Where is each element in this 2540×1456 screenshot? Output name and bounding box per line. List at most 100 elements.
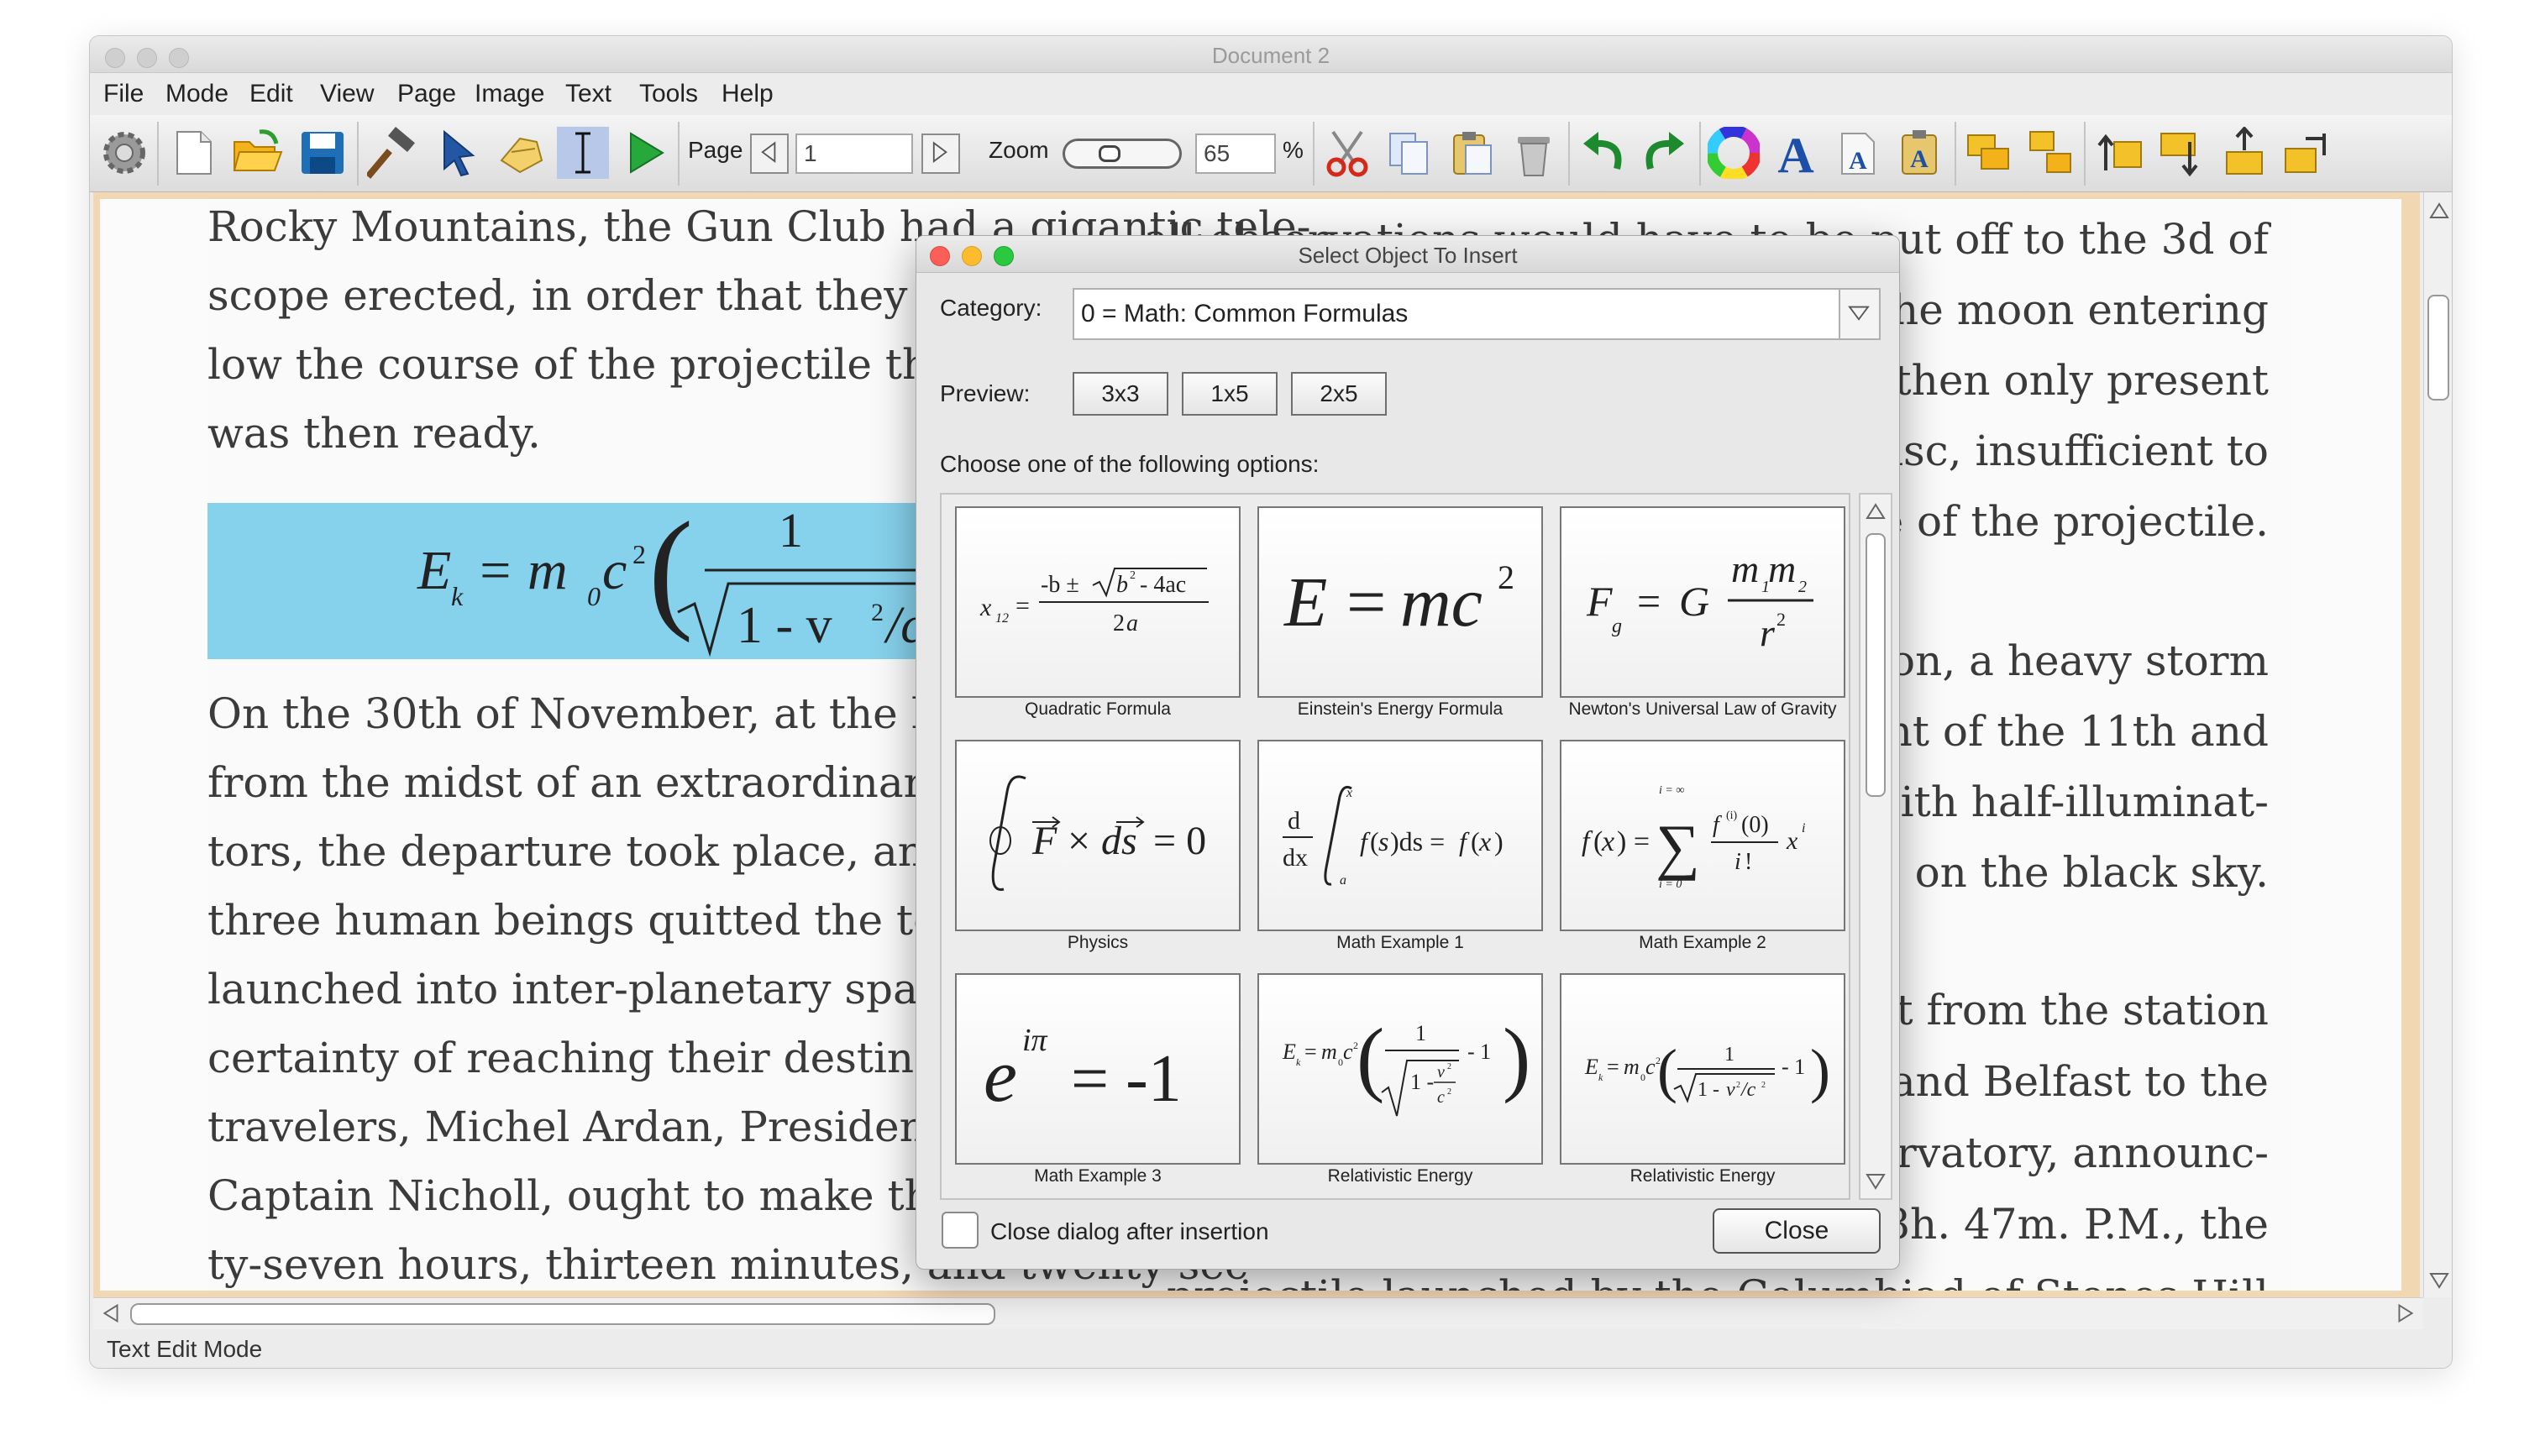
preview-2x5-button[interactable]: 2x5 bbox=[1291, 372, 1387, 416]
chevron-down-icon bbox=[1848, 306, 1870, 321]
font-icon[interactable]: A bbox=[1770, 127, 1822, 183]
category-dropdown-button[interactable] bbox=[1839, 290, 1879, 338]
open-folder-icon[interactable] bbox=[231, 127, 283, 179]
svg-text:s: s bbox=[1378, 826, 1388, 856]
option-thumbnail[interactable]: Ek = m 0 c2 ( 1 1 - v2 c2 - 1 ) bbox=[1257, 973, 1543, 1165]
scissors-icon[interactable] bbox=[1321, 127, 1373, 179]
option-thumbnail[interactable]: E = mc 2 bbox=[1257, 506, 1543, 698]
option-caption: Einstein's Energy Formula bbox=[1297, 699, 1504, 719]
text-paste-icon[interactable]: A bbox=[1894, 127, 1946, 179]
horizontal-scrollbar[interactable] bbox=[93, 1297, 2423, 1329]
option-math-example-2[interactable]: f(x) = i = ∞ ∑ i = 0 f (i) (0) i! xi Math … bbox=[1560, 740, 1845, 965]
category-label: Category: bbox=[940, 295, 1042, 321]
color-wheel-icon[interactable] bbox=[1706, 125, 1761, 181]
redo-icon[interactable] bbox=[1639, 127, 1691, 179]
gear-icon[interactable] bbox=[98, 127, 150, 179]
option-quadratic-formula[interactable]: x 12 = -b ± b2 - 4ac 2a Quadratic Formula bbox=[955, 506, 1241, 731]
svg-text:x: x bbox=[1346, 786, 1352, 800]
menu-view[interactable]: View bbox=[320, 80, 374, 108]
options-scroll-thumb[interactable] bbox=[1866, 533, 1886, 797]
play-icon[interactable] bbox=[619, 127, 671, 179]
send-to-back-icon[interactable] bbox=[2280, 127, 2333, 179]
option-math-example-1[interactable]: d dx x a f(s)ds = f(x) Math Example 1 bbox=[1257, 740, 1543, 965]
option-relativistic-energy-2[interactable]: Ek = m 0 c2 ( 1 1 -v2 /c 2 - 1 ) Relativist… bbox=[1560, 973, 1845, 1198]
svg-text:-b ±: -b ± bbox=[1041, 572, 1079, 598]
trash-icon[interactable] bbox=[1508, 127, 1560, 179]
options-scrollbar[interactable] bbox=[1859, 493, 1892, 1200]
preview-1x5-button[interactable]: 1x5 bbox=[1182, 372, 1278, 416]
send-backward-icon[interactable] bbox=[2156, 127, 2208, 179]
svg-text:ds: ds bbox=[1101, 819, 1137, 863]
option-thumbnail[interactable]: Ek = m 0 c2 ( 1 1 -v2 /c 2 - 1 ) bbox=[1560, 973, 1845, 1165]
menu-mode[interactable]: Mode bbox=[165, 80, 228, 108]
save-icon[interactable] bbox=[297, 127, 349, 179]
svg-text:g: g bbox=[1612, 615, 1622, 637]
svg-text:m: m bbox=[1768, 547, 1796, 590]
svg-text:/c: /c bbox=[1740, 1079, 1756, 1101]
menu-file[interactable]: File bbox=[103, 80, 144, 108]
option-thumbnail[interactable]: F × ds = 0 bbox=[955, 740, 1241, 931]
scroll-right-arrow-icon[interactable] bbox=[2391, 1299, 2420, 1328]
page-prev-button[interactable] bbox=[750, 134, 789, 174]
new-document-icon[interactable] bbox=[167, 127, 219, 179]
scroll-down-arrow-icon[interactable] bbox=[2424, 1265, 2453, 1296]
page-next-button[interactable] bbox=[921, 134, 960, 174]
page-label: Page bbox=[688, 137, 743, 163]
option-einstein-energy[interactable]: E = mc 2 Einstein's Energy Formula bbox=[1257, 506, 1543, 731]
menu-page[interactable]: Page bbox=[397, 80, 456, 108]
scroll-up-arrow-icon[interactable] bbox=[2424, 196, 2453, 226]
hammer-icon[interactable] bbox=[365, 126, 419, 179]
page-number-field[interactable]: 1 bbox=[795, 134, 913, 174]
preview-label: Preview: bbox=[940, 380, 1031, 406]
scroll-up-arrow-icon[interactable] bbox=[1860, 496, 1891, 526]
pointer-icon[interactable] bbox=[433, 127, 485, 179]
svg-text:=: = bbox=[1346, 563, 1386, 642]
close-after-insertion-checkbox[interactable] bbox=[942, 1212, 979, 1249]
option-thumbnail[interactable]: f(x) = i = ∞ ∑ i = 0 f (i) (0) i! xi bbox=[1560, 740, 1845, 931]
text-style-icon[interactable]: A bbox=[1832, 127, 1884, 179]
option-thumbnail[interactable]: Fg = G m1 m2 r2 bbox=[1560, 506, 1845, 698]
vertical-scroll-thumb[interactable] bbox=[2427, 295, 2449, 401]
option-relativistic-energy-1[interactable]: Ek = m 0 c2 ( 1 1 - v2 c2 - 1 ) Relativi… bbox=[1257, 973, 1543, 1198]
category-select[interactable]: 0 = Math: Common Formulas bbox=[1073, 288, 1881, 340]
menu-tools[interactable]: Tools bbox=[639, 80, 698, 108]
svg-text:1 -: 1 - bbox=[1698, 1079, 1719, 1101]
horizontal-scroll-thumb[interactable] bbox=[130, 1303, 995, 1325]
close-button[interactable]: Close bbox=[1713, 1208, 1881, 1254]
option-thumbnail[interactable]: d dx x a f(s)ds = f(x) bbox=[1257, 740, 1543, 931]
paste-icon[interactable] bbox=[1446, 127, 1498, 179]
menu-text[interactable]: Text bbox=[565, 80, 611, 108]
menu-image[interactable]: Image bbox=[475, 80, 544, 108]
ungroup-icon[interactable] bbox=[2025, 127, 2077, 179]
zoom-slider[interactable] bbox=[1063, 139, 1182, 169]
option-newton-gravity[interactable]: Fg = G m1 m2 r2 Newton's Universal Law o… bbox=[1560, 506, 1845, 731]
relativistic-energy-image: Ek = m 0 c2 ( 1 1 - v2 c2 - 1 ) bbox=[1282, 1011, 1530, 1117]
undo-icon[interactable] bbox=[1577, 127, 1629, 179]
preview-3x3-button[interactable]: 3x3 bbox=[1073, 372, 1168, 416]
zoom-slider-thumb[interactable] bbox=[1099, 145, 1120, 162]
bring-to-front-icon[interactable] bbox=[2218, 126, 2270, 179]
instructions-text: Choose one of the following options: bbox=[940, 451, 1320, 477]
text-cursor-icon[interactable] bbox=[557, 127, 609, 179]
copy-icon[interactable] bbox=[1383, 127, 1435, 179]
option-thumbnail[interactable]: x 12 = -b ± b2 - 4ac 2a bbox=[955, 506, 1241, 698]
option-caption: Physics bbox=[1067, 933, 1129, 952]
svg-text:a: a bbox=[1340, 873, 1346, 888]
menu-edit[interactable]: Edit bbox=[249, 80, 293, 108]
formula-object[interactable]: Ek = m0 c2 ( 1 1 - v2 /c2 bbox=[207, 494, 963, 659]
scroll-down-arrow-icon[interactable] bbox=[1860, 1166, 1891, 1197]
scroll-left-arrow-icon[interactable] bbox=[97, 1299, 125, 1328]
close-after-insertion-label: Close dialog after insertion bbox=[990, 1218, 1269, 1244]
vertical-scrollbar[interactable] bbox=[2423, 192, 2453, 1297]
status-mode-text: Text Edit Mode bbox=[107, 1336, 263, 1362]
menu-help[interactable]: Help bbox=[722, 80, 774, 108]
svg-text:=: = bbox=[1304, 1040, 1317, 1064]
hand-icon[interactable] bbox=[495, 127, 547, 179]
svg-text:1 -: 1 - bbox=[1410, 1070, 1434, 1094]
option-math-example-3[interactable]: e iπ = -1 Math Example 3 bbox=[955, 973, 1241, 1198]
option-thumbnail[interactable]: e iπ = -1 bbox=[955, 973, 1241, 1165]
zoom-value-field[interactable]: 65 bbox=[1195, 134, 1276, 174]
bring-forward-icon[interactable] bbox=[2094, 127, 2146, 179]
option-physics[interactable]: F × ds = 0 Physics bbox=[955, 740, 1241, 965]
group-icon[interactable] bbox=[1963, 127, 2015, 179]
